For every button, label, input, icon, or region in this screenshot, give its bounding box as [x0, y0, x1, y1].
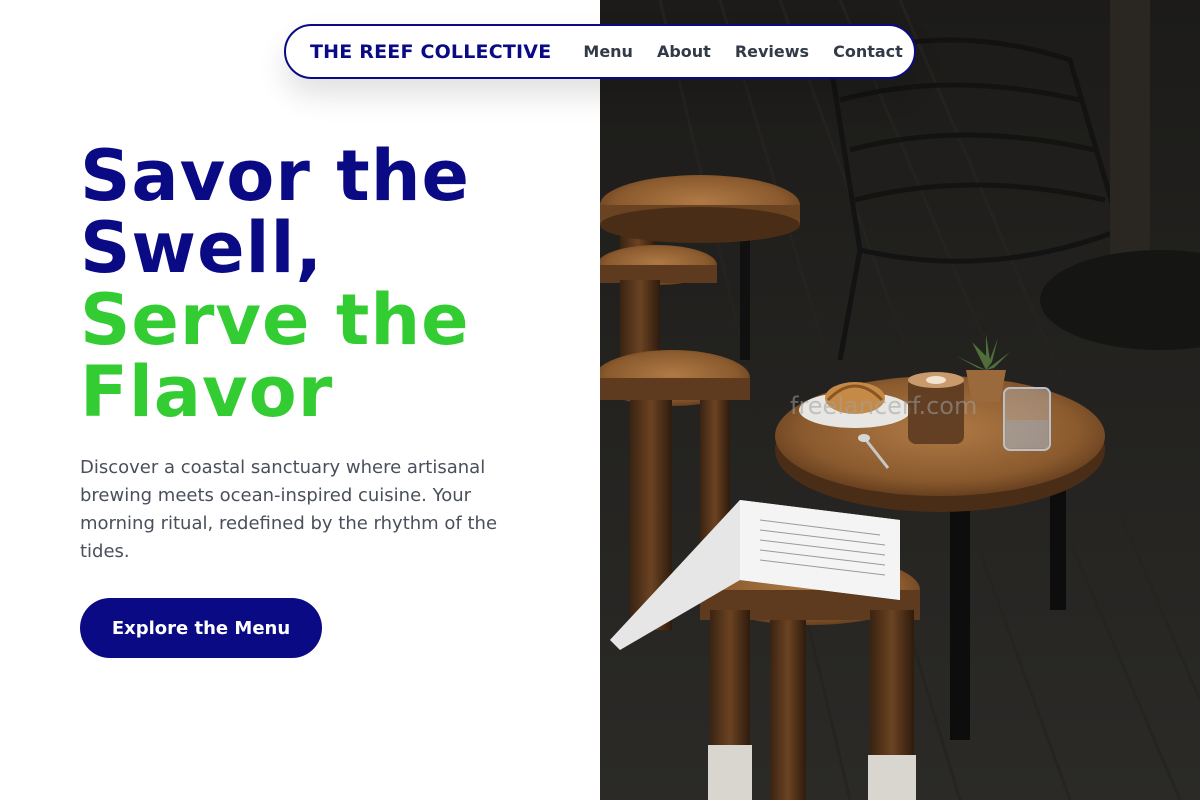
explore-menu-button[interactable]: Explore the Menu	[80, 598, 322, 658]
headline-line-4: Flavor	[80, 351, 334, 433]
nav-link-about[interactable]: About	[657, 42, 711, 61]
headline-line-3: Serve the	[80, 279, 470, 361]
top-navbar: THE REEF COLLECTIVE Menu About Reviews C…	[284, 24, 916, 79]
nav-link-contact[interactable]: Contact	[833, 42, 903, 61]
hero-description: Discover a coastal sanctuary where artis…	[80, 457, 498, 562]
nav-link-menu[interactable]: Menu	[583, 42, 633, 61]
hero-headline: Savor the Swell, Serve the Flavor	[80, 140, 580, 428]
nav-links: Menu About Reviews Contact	[583, 42, 902, 61]
headline-line-1: Savor the	[80, 135, 471, 217]
nav-link-reviews[interactable]: Reviews	[735, 42, 809, 61]
hero-left-panel: Savor the Swell, Serve the Flavor Discov…	[0, 0, 600, 800]
headline-line-2: Swell,	[80, 207, 324, 289]
hero-cafe-photo: freelancerf.com	[600, 0, 1200, 800]
brand-logo-text[interactable]: THE REEF COLLECTIVE	[310, 41, 551, 63]
photo-watermark: freelancerf.com	[790, 392, 978, 420]
